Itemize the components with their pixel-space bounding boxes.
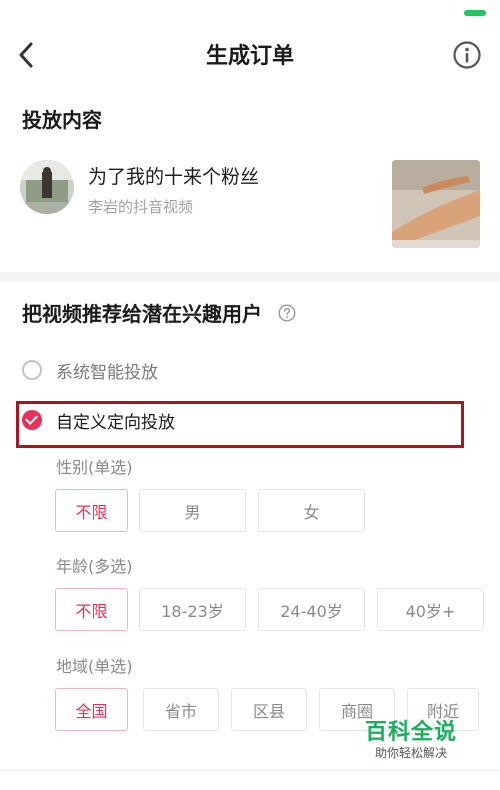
nav-bar: 生成订单 xyxy=(0,26,500,84)
watermark-subtitle: 助你轻松解决 xyxy=(374,746,447,760)
gender-chip-unlimited[interactable]: 不限 xyxy=(55,489,128,532)
info-icon[interactable] xyxy=(452,40,482,70)
video-author: 李岩的抖音视频 xyxy=(88,198,194,216)
highlight-annotation-box xyxy=(16,401,464,448)
bottom-divider xyxy=(0,770,500,771)
age-chip-18-23[interactable]: 18-23岁 xyxy=(139,588,246,631)
region-chip-province-city[interactable]: 省市 xyxy=(143,688,219,731)
status-bar xyxy=(0,0,500,26)
gender-label: 性别(单选) xyxy=(56,458,133,477)
gender-chip-male[interactable]: 男 xyxy=(139,489,246,532)
gender-chip-female[interactable]: 女 xyxy=(258,489,365,532)
recommend-title: 把视频推荐给潜在兴趣用户 xyxy=(22,302,262,326)
avatar xyxy=(20,160,74,214)
page-title: 生成订单 xyxy=(205,44,294,69)
video-title: 为了我的十来个粉丝 xyxy=(88,166,260,188)
video-card[interactable]: 为了我的十来个粉丝 李岩的抖音视频 xyxy=(0,150,500,260)
region-label: 地域(单选) xyxy=(56,657,133,676)
option-smart-delivery[interactable]: 系统智能投放 xyxy=(22,356,222,386)
region-chip-nationwide[interactable]: 全国 xyxy=(55,688,128,731)
watermark: 百科全说 助你轻松解决 xyxy=(352,714,470,764)
section-divider xyxy=(0,272,500,282)
option-label: 系统智能投放 xyxy=(56,363,158,383)
age-chip-unlimited[interactable]: 不限 xyxy=(55,588,128,631)
watermark-title: 百科全说 xyxy=(364,720,457,745)
content-section-title: 投放内容 xyxy=(22,108,102,132)
age-chip-40-plus[interactable]: 40岁+ xyxy=(377,588,484,631)
region-chip-district[interactable]: 区县 xyxy=(231,688,307,731)
age-label: 年龄(多选) xyxy=(56,557,133,576)
radio-unchecked-icon[interactable] xyxy=(22,360,42,380)
video-thumbnail[interactable] xyxy=(392,160,480,248)
battery-icon xyxy=(464,10,486,16)
help-icon[interactable] xyxy=(278,304,296,322)
age-chip-24-40[interactable]: 24-40岁 xyxy=(258,588,365,631)
